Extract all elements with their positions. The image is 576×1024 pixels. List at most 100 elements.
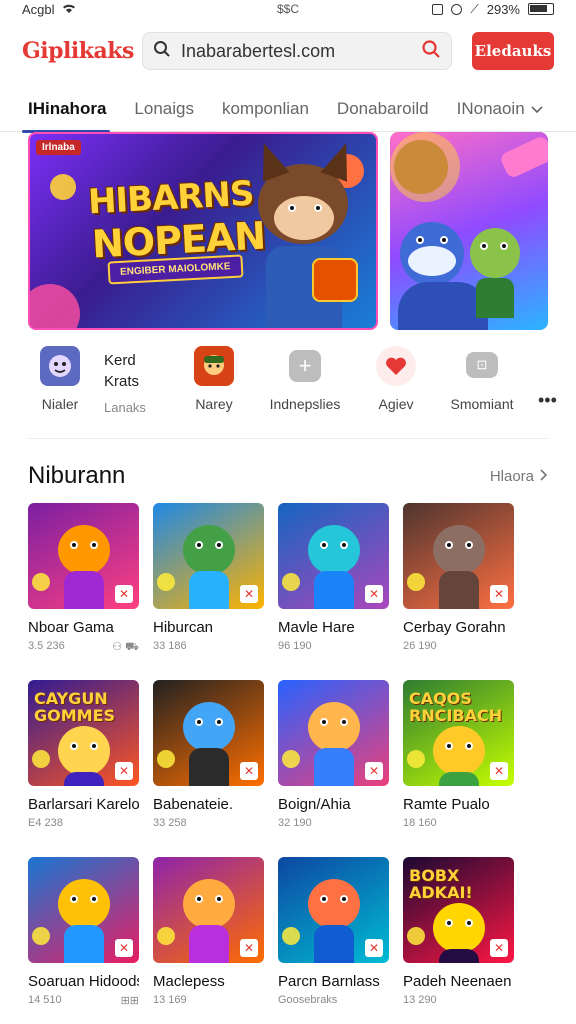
game-thumbnail[interactable]: ✕ BOBX ADKAI! xyxy=(403,857,514,963)
thumbnail-caption: CAYGUN GOMMES xyxy=(34,689,116,725)
game-card[interactable]: ✕ Mavle Hare 96 190 xyxy=(278,503,389,680)
section-see-all-link[interactable]: Hlaora xyxy=(490,468,548,485)
badge-icon: ✕ xyxy=(115,939,133,957)
game-meta: 33 186 xyxy=(153,640,264,652)
tab-more-dropdown[interactable]: INonaoin xyxy=(443,86,557,132)
character-body xyxy=(189,571,229,609)
notification-icon xyxy=(432,3,444,15)
carrier-label: Acgbl xyxy=(22,1,55,17)
category-shortcuts: Nialer Kerd Krats Lanaks Narey + Indneps… xyxy=(22,346,558,422)
game-card[interactable]: ✕ Cerbay Gorahn 26 190 xyxy=(403,503,514,680)
decor-bubble xyxy=(32,573,50,591)
character-eye xyxy=(70,895,78,903)
character-body xyxy=(439,571,479,609)
decor-bubble xyxy=(32,927,50,945)
game-meta: 13 169 xyxy=(153,994,264,1006)
character-head xyxy=(183,702,235,752)
game-card[interactable]: ✕ Maclepess 13 169 xyxy=(153,857,264,1024)
shortcut-agiev[interactable]: Agiev xyxy=(358,346,434,412)
game-thumbnail[interactable]: ✕ CAYGUN GOMMES xyxy=(28,680,139,786)
tab-lonaigs[interactable]: Lonaigs xyxy=(120,86,208,132)
game-thumbnail[interactable]: ✕ CAQOS RNCIBACH xyxy=(403,680,514,786)
game-meta: 3.5 236 ⚇ ⛟ xyxy=(28,640,139,655)
character-eye xyxy=(445,919,453,927)
game-stats: 13 290 xyxy=(403,994,437,1006)
character-eye xyxy=(195,895,203,903)
shortcut-narey[interactable]: Narey xyxy=(176,346,252,412)
character-body xyxy=(189,925,229,963)
badge-icon: ✕ xyxy=(240,939,258,957)
decor-bubble xyxy=(157,750,175,768)
game-meta: 14 510 ⊞⊞ xyxy=(28,994,139,1007)
tab-donabaroild[interactable]: Donabaroild xyxy=(323,86,443,132)
game-meta: 18 160 xyxy=(403,817,514,829)
app-logo[interactable]: Giplikaks xyxy=(22,38,134,64)
game-thumbnail[interactable]: ✕ xyxy=(28,857,139,963)
game-card[interactable]: ✕ Hiburcan 33 186 xyxy=(153,503,264,680)
character-head xyxy=(470,228,520,278)
character-eye xyxy=(195,718,203,726)
game-stats: 18 160 xyxy=(403,817,437,829)
game-card[interactable]: ✕ Soaruan Hidoodsil 14 510 ⊞⊞ xyxy=(28,857,139,1024)
character-body xyxy=(314,925,354,963)
game-thumbnail[interactable]: ✕ xyxy=(403,503,514,609)
shortcut-nialer[interactable]: Nialer xyxy=(22,346,98,412)
character-head xyxy=(308,702,360,752)
game-stats: 33 258 xyxy=(153,817,187,829)
hero-side-banner[interactable] xyxy=(390,132,548,330)
heart-icon xyxy=(376,346,416,386)
header-cta-button[interactable]: Eledauks xyxy=(472,32,554,70)
game-thumbnail[interactable]: ✕ xyxy=(278,680,389,786)
search-submit-icon[interactable] xyxy=(421,39,441,64)
more-icon[interactable]: ••• xyxy=(530,346,557,411)
decor-bubble xyxy=(30,284,80,328)
decor-bubble xyxy=(407,927,425,945)
game-meta: 33 258 xyxy=(153,817,264,829)
badge-icon: ✕ xyxy=(115,762,133,780)
game-thumbnail[interactable]: ✕ xyxy=(278,503,389,609)
decor-bubble xyxy=(407,573,425,591)
hero-banner[interactable]: Irlnaba HIBARNS NOPEAN ENGIBER MAIOLOMKE xyxy=(28,132,378,330)
section-title: Niburann xyxy=(28,462,126,489)
game-thumbnail[interactable]: ✕ xyxy=(278,857,389,963)
character-head xyxy=(183,879,235,929)
search-bar[interactable]: Inabarabertesl.com xyxy=(142,32,452,70)
tab-label: INonaoin xyxy=(456,98,525,118)
shortcut-title: Kerd xyxy=(104,352,136,369)
game-meta: 32 190 xyxy=(278,817,389,829)
game-thumbnail[interactable]: ✕ xyxy=(28,503,139,609)
shortcut-label: Nialer xyxy=(41,396,79,412)
character-face xyxy=(408,246,456,276)
game-thumbnail[interactable]: ✕ xyxy=(153,503,264,609)
badge-icon: ✕ xyxy=(365,762,383,780)
decor-bubble xyxy=(282,573,300,591)
decor-bubble xyxy=(157,927,175,945)
game-card[interactable]: ✕ Babenateie. 33 258 xyxy=(153,680,264,857)
game-thumbnail[interactable]: ✕ xyxy=(153,857,264,963)
game-card[interactable]: ✕ Boign/Ahia 32 190 xyxy=(278,680,389,857)
tab-home[interactable]: IHinahora xyxy=(22,86,120,133)
shortcut-smomiant[interactable]: ⊡ Smomiant xyxy=(434,346,530,412)
game-card[interactable]: ✕ BOBX ADKAI! Padeh Neenaen 13 290 xyxy=(403,857,514,1024)
hero-badge: Irlnaba xyxy=(36,140,81,155)
game-title: Soaruan Hidoodsil xyxy=(28,973,139,990)
game-card[interactable]: ✕ Parcn Barnlass Goosebraks xyxy=(278,857,389,1024)
game-title: Boign/Ahia xyxy=(278,796,351,813)
search-input[interactable]: Inabarabertesl.com xyxy=(181,41,411,62)
character-eye xyxy=(90,895,98,903)
character-body xyxy=(439,772,479,786)
game-card[interactable]: ✕ Nboar Gama 3.5 236 ⚇ ⛟ xyxy=(28,503,139,680)
decor-bubble xyxy=(282,927,300,945)
shortcut-indnepslies[interactable]: + Indnepslies xyxy=(252,346,358,412)
game-card[interactable]: ✕ CAYGUN GOMMES Barlarsari Karelo E4 238 xyxy=(28,680,139,857)
tab-label: IHinahora xyxy=(28,98,107,118)
character-eye xyxy=(440,236,448,244)
game-thumbnail[interactable]: ✕ xyxy=(153,680,264,786)
game-title: Hiburcan xyxy=(153,619,214,636)
tab-komponlian[interactable]: komponlian xyxy=(208,86,323,132)
shortcut-kerd[interactable]: Kerd Krats Lanaks xyxy=(98,346,162,415)
character-body xyxy=(314,571,354,609)
game-meta: E4 238 xyxy=(28,817,139,829)
game-card[interactable]: ✕ CAQOS RNCIBACH Ramte Pualo 18 160 xyxy=(403,680,514,857)
decor-bubble xyxy=(407,750,425,768)
